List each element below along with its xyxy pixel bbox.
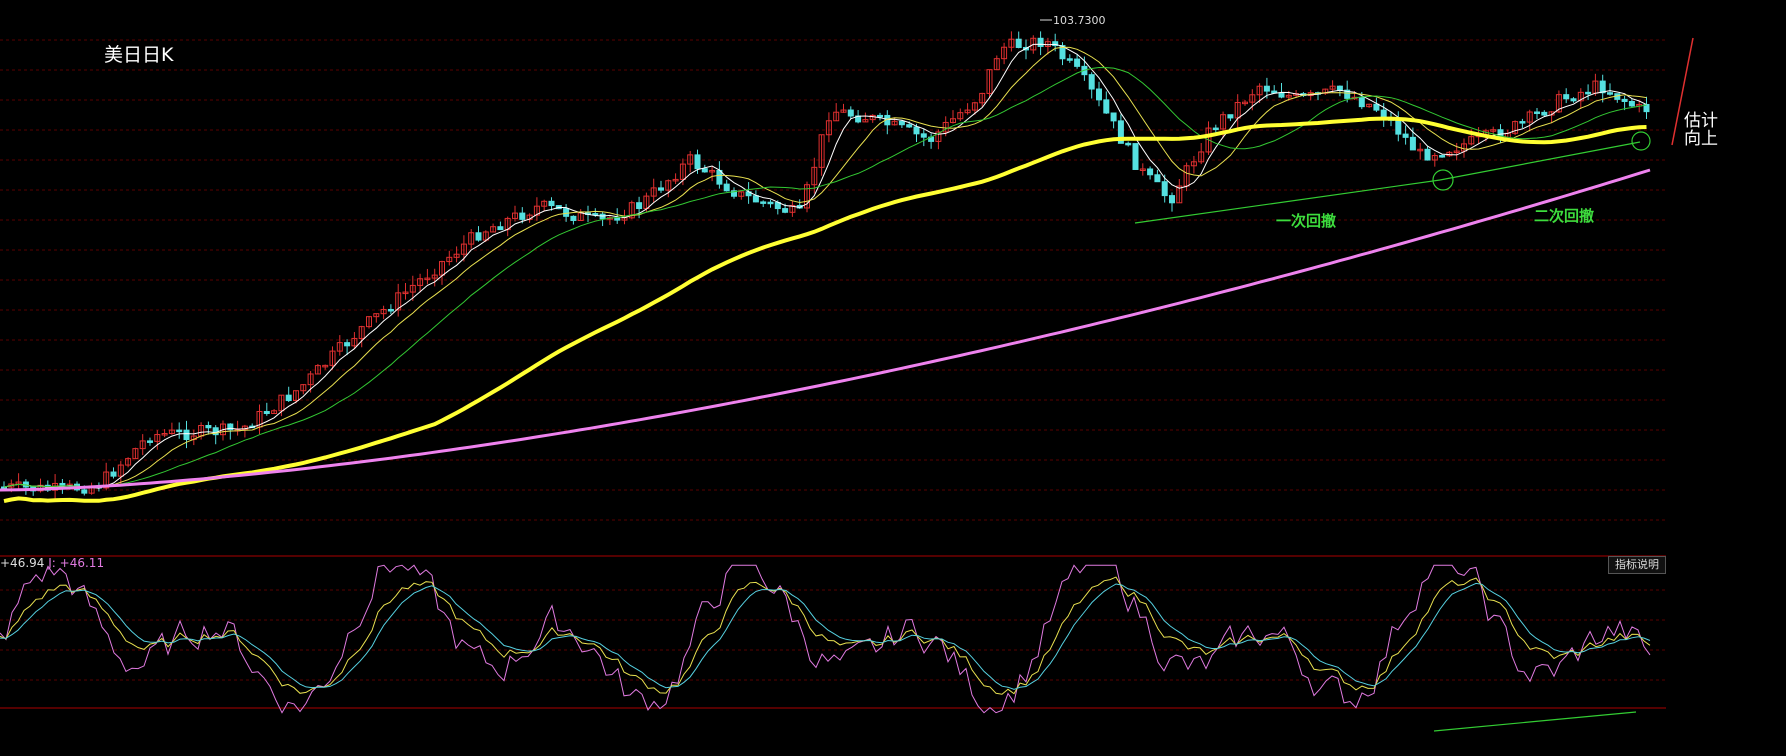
ma10-line	[3, 46, 1647, 489]
candle-body	[548, 200, 555, 207]
candle-body	[767, 201, 774, 205]
candle-body	[497, 226, 504, 231]
candle-body	[1103, 99, 1110, 114]
main-chart: 103.7300	[0, 14, 1694, 732]
kdj-d-line	[0, 582, 1651, 690]
j-value: +46.11	[59, 556, 105, 570]
candle-body	[1161, 181, 1168, 197]
candle-body	[1147, 168, 1154, 176]
candle-body	[1154, 174, 1161, 183]
candle-body	[920, 133, 927, 138]
candle-body	[1424, 148, 1431, 161]
ma250-line	[0, 168, 1651, 492]
chart-title: 美日日K	[104, 44, 174, 66]
peak-label: 103.7300	[1053, 14, 1106, 27]
candle-body	[1607, 92, 1613, 95]
ma5-line	[3, 43, 1647, 489]
candle-body	[110, 471, 117, 477]
moving-averages	[0, 43, 1651, 504]
candle-body	[183, 429, 190, 441]
candle-body	[701, 168, 708, 173]
candle-body	[519, 212, 526, 220]
candle-body	[1373, 103, 1380, 111]
kdj-readout: +46.94 J: +46.11	[0, 556, 104, 570]
candle-body	[1263, 85, 1270, 92]
candle-body	[1402, 133, 1409, 138]
indicator-help-button[interactable]: 指标说明	[1608, 556, 1666, 574]
candle-body	[1227, 114, 1234, 119]
candle-body	[1570, 98, 1577, 102]
candle-body	[1628, 100, 1635, 107]
kdj-divergence-line	[1433, 711, 1637, 732]
candle-body	[147, 440, 153, 443]
candle-body	[752, 195, 759, 203]
candle-body	[285, 394, 292, 402]
candle-body	[1621, 98, 1628, 102]
candle-body	[475, 232, 482, 241]
forecast-note-text: 估计 向上	[1684, 111, 1718, 149]
kdj-k-line	[0, 576, 1651, 695]
candle-body	[176, 429, 183, 433]
candle-body	[1563, 94, 1570, 100]
candle-body	[1212, 127, 1219, 131]
candle-body	[1409, 136, 1416, 151]
candle-body	[1037, 37, 1044, 47]
candle-body	[782, 208, 789, 213]
candle-body	[1336, 85, 1343, 91]
candle-body	[898, 120, 905, 126]
candle-body	[760, 201, 767, 204]
candle-body	[847, 109, 854, 117]
j-label: J:	[48, 556, 56, 570]
kdj-indicator	[0, 564, 1651, 714]
second-pullback-label: 二次回撤	[1534, 207, 1595, 225]
candle-body	[570, 215, 577, 222]
candle-body	[1439, 155, 1446, 158]
candle-body	[1585, 91, 1592, 95]
candle-body	[1278, 92, 1285, 98]
candle-body	[387, 308, 394, 312]
candle-body	[1599, 80, 1606, 94]
candle-body	[1015, 38, 1022, 48]
first-pullback-label: 一次回撤	[1276, 212, 1337, 230]
trend-lines	[1040, 19, 1694, 732]
candle-body	[344, 342, 351, 347]
kdj-j-line	[0, 564, 1651, 714]
candle-body	[723, 183, 730, 192]
candle-body	[658, 187, 664, 191]
candle-body	[1066, 58, 1073, 61]
second-pullback-marker	[1631, 131, 1651, 151]
candle-body	[1519, 121, 1526, 124]
candle-body	[1110, 112, 1117, 122]
candle-body	[1125, 142, 1132, 146]
candle-body	[877, 114, 883, 118]
candle-body	[913, 126, 920, 135]
candle-body	[1358, 96, 1365, 108]
candle-body	[1395, 119, 1402, 135]
second-trend-line	[1439, 141, 1641, 181]
candle-body	[694, 154, 701, 170]
candle-body	[563, 208, 570, 217]
candle-body	[906, 124, 913, 128]
candle-body	[1096, 88, 1102, 101]
candle-body	[1132, 143, 1139, 170]
candle-body	[636, 202, 643, 210]
candle-body	[59, 482, 66, 486]
candle-body	[1169, 195, 1175, 204]
candle-body	[81, 489, 88, 494]
candle-body	[263, 411, 270, 414]
candle-body	[1088, 74, 1095, 90]
candle-body	[716, 169, 723, 185]
candle-body	[205, 424, 212, 429]
forecast-note: 估计 向上	[1684, 112, 1718, 148]
k-value: +46.94	[0, 556, 45, 570]
candle-body	[1534, 111, 1540, 114]
candle-body	[1541, 111, 1548, 116]
candle-body	[1074, 58, 1081, 67]
